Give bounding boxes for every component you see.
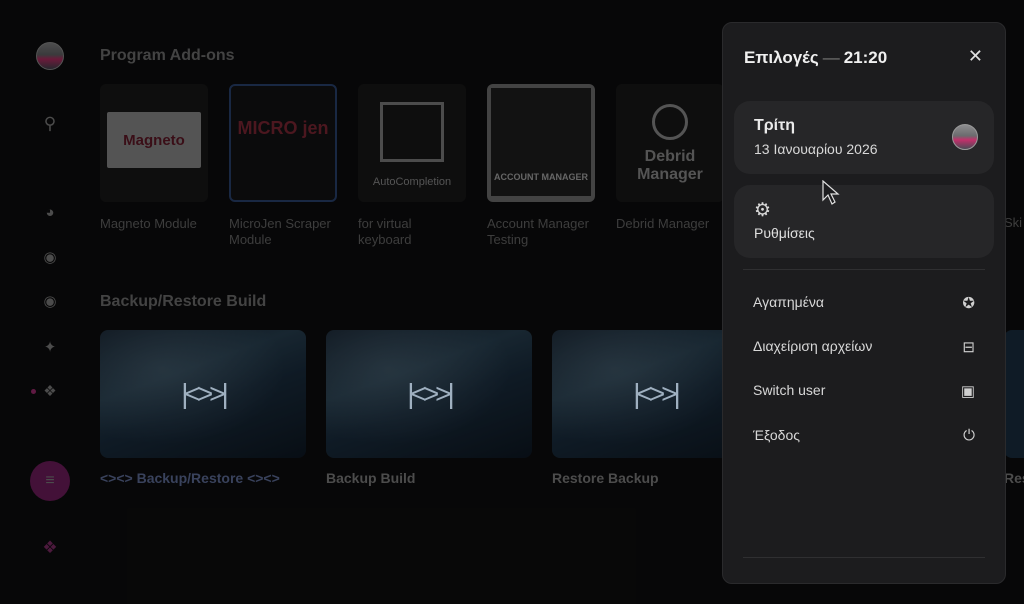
menu-item-switch-user[interactable]: Switch user ▣: [753, 382, 975, 406]
menu-item-label: Διαχείριση αρχείων: [753, 338, 873, 354]
skip-icon: |<>>|: [407, 378, 455, 409]
settings-label: Ρυθμίσεις: [754, 225, 815, 241]
panel-title-text: Επιλογές: [744, 48, 819, 67]
clock-time: 21:20: [843, 48, 888, 67]
skip-icon: |<>>|: [633, 378, 681, 409]
gear-icon: ⚙: [754, 200, 772, 221]
menu-item-exit[interactable]: Έξοδος ⏻: [753, 427, 975, 451]
power-icon: ⏻: [963, 427, 975, 444]
full-date: 13 Ιανουαρίου 2026: [754, 141, 878, 157]
panel-title: Επιλογές —21:20: [744, 48, 888, 67]
star-icon: ✪: [962, 295, 975, 312]
settings-card[interactable]: ⚙ Ρυθμίσεις: [734, 185, 994, 258]
skip-icon: |<>>|: [181, 378, 229, 409]
file-manager-icon: ⊟: [962, 339, 975, 356]
date-card[interactable]: Τρίτη 13 Ιανουαρίου 2026: [734, 101, 994, 174]
menu-item-favourites[interactable]: Αγαπημένα ✪: [753, 294, 975, 318]
close-icon[interactable]: ✕: [968, 46, 983, 67]
divider: [743, 557, 985, 558]
user-card-icon: ▣: [960, 383, 975, 400]
menu-item-label: Έξοδος: [753, 427, 800, 443]
divider: [743, 269, 985, 270]
menu-item-label: Αγαπημένα: [753, 294, 825, 310]
weekday: Τρίτη: [754, 117, 796, 134]
menu-item-file-manager[interactable]: Διαχείριση αρχείων ⊟: [753, 338, 975, 362]
mouse-cursor-icon: [822, 180, 840, 205]
menu-item-label: Switch user: [753, 382, 826, 398]
user-avatar[interactable]: [952, 124, 978, 150]
options-panel: Επιλογές —21:20 ✕ Τρίτη 13 Ιανουαρίου 202…: [722, 22, 1006, 584]
